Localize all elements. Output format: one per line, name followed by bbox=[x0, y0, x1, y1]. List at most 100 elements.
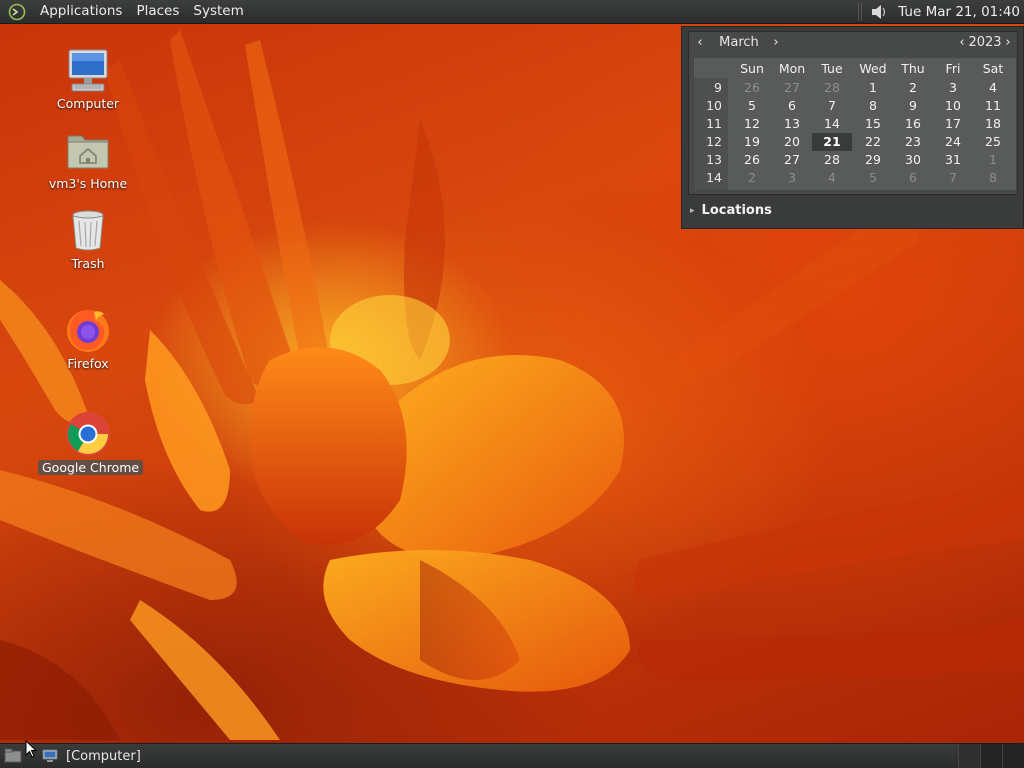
week-number: 10 bbox=[706, 98, 722, 113]
trash-icon bbox=[64, 206, 112, 254]
calendar-day[interactable]: 20 bbox=[772, 133, 812, 151]
desktop-icon-computer[interactable]: Computer bbox=[38, 46, 138, 111]
chrome-icon bbox=[64, 410, 112, 458]
distro-logo-icon[interactable] bbox=[7, 2, 27, 22]
clock[interactable]: Tue Mar 21, 01:40 bbox=[898, 4, 1024, 20]
calendar-day[interactable]: 3 bbox=[772, 169, 812, 187]
weekday-label: Sun bbox=[740, 61, 764, 76]
workspace-switcher bbox=[958, 743, 1024, 768]
calendar-year: 2023 bbox=[968, 35, 1002, 50]
calendar-day[interactable]: 13 bbox=[772, 115, 812, 133]
calendar-week-row: 9 26 27 28 1 2 3 4 bbox=[694, 79, 1016, 97]
calendar-day[interactable]: 29 bbox=[853, 151, 893, 169]
calendar-day[interactable]: 7 bbox=[812, 97, 852, 115]
calendar-day[interactable]: 12 bbox=[732, 115, 772, 133]
prev-month-button[interactable]: ‹ bbox=[693, 35, 707, 51]
computer-icon bbox=[64, 46, 112, 94]
calendar-day[interactable]: 31 bbox=[933, 151, 973, 169]
calendar-day[interactable]: 28 bbox=[812, 151, 852, 169]
calendar-day[interactable]: 24 bbox=[933, 133, 973, 151]
desktop-icon-label: Trash bbox=[71, 256, 105, 271]
calendar-day[interactable]: 8 bbox=[973, 169, 1013, 187]
week-number: 12 bbox=[706, 134, 722, 149]
expander-arrow-icon: ▸ bbox=[690, 205, 695, 216]
places-menu[interactable]: Places bbox=[129, 0, 186, 24]
calendar-week-row: 10 5 6 7 8 9 10 11 bbox=[694, 97, 1016, 115]
show-desktop-button[interactable] bbox=[2, 745, 24, 767]
calendar-day[interactable]: 8 bbox=[853, 97, 893, 115]
calendar-week-row: 12 19 20 21 22 23 24 25 bbox=[694, 133, 1016, 151]
computer-small-icon bbox=[42, 749, 58, 763]
calendar-popup: ‹ March › ‹ 2023 › Sun Mon Tue Wed Thu Fri Sat… bbox=[681, 26, 1024, 229]
calendar-day[interactable]: 5 bbox=[732, 97, 772, 115]
desktop-icon-label: Firefox bbox=[67, 356, 109, 371]
calendar-day[interactable]: 28 bbox=[812, 79, 852, 97]
calendar-day[interactable]: 30 bbox=[893, 151, 933, 169]
next-year-button[interactable]: › bbox=[1001, 35, 1015, 51]
top-panel: Applications Places System Tue Mar 21, 0… bbox=[0, 0, 1024, 24]
calendar-day[interactable]: 6 bbox=[772, 97, 812, 115]
desktop-icon-label: Google Chrome bbox=[38, 460, 144, 475]
calendar-day[interactable]: 27 bbox=[772, 151, 812, 169]
calendar-day[interactable]: 25 bbox=[973, 133, 1013, 151]
desktop-icon-home[interactable]: vm3's Home bbox=[38, 126, 138, 191]
calendar-day[interactable]: 27 bbox=[772, 79, 812, 97]
weekday-label: Fri bbox=[945, 61, 961, 76]
calendar-day[interactable]: 6 bbox=[893, 169, 933, 187]
calendar-day[interactable]: 14 bbox=[812, 115, 852, 133]
desktop-icon-firefox[interactable]: Firefox bbox=[38, 306, 138, 371]
calendar-day[interactable]: 1 bbox=[853, 79, 893, 97]
calendar-day[interactable]: 17 bbox=[933, 115, 973, 133]
week-number: 9 bbox=[714, 80, 722, 95]
calendar-month: March bbox=[719, 35, 759, 50]
locations-label: Locations bbox=[701, 203, 772, 218]
calendar-day-today[interactable]: 21 bbox=[812, 133, 852, 151]
calendar-day[interactable]: 26 bbox=[732, 151, 772, 169]
weekday-label: Sat bbox=[982, 61, 1004, 76]
calendar-day[interactable]: 4 bbox=[973, 79, 1013, 97]
taskbar-item-label: [Computer] bbox=[66, 748, 141, 764]
calendar-week-row: 11 12 13 14 15 16 17 18 bbox=[694, 115, 1016, 133]
calendar-header: ‹ March › ‹ 2023 › bbox=[689, 32, 1017, 56]
weekday-label: Tue bbox=[821, 61, 843, 76]
calendar-week-row: 13 26 27 28 29 30 31 1 bbox=[694, 151, 1016, 169]
locations-expander[interactable]: ▸ Locations bbox=[690, 203, 772, 218]
workspace-1[interactable] bbox=[958, 743, 980, 768]
weekday-label: Wed bbox=[859, 61, 887, 76]
taskbar-item-computer[interactable]: [Computer] bbox=[36, 745, 147, 767]
calendar-day[interactable]: 22 bbox=[853, 133, 893, 151]
workspace-2[interactable] bbox=[980, 743, 1002, 768]
calendar-day[interactable]: 19 bbox=[732, 133, 772, 151]
calendar-day[interactable]: 5 bbox=[853, 169, 893, 187]
calendar-day[interactable]: 2 bbox=[893, 79, 933, 97]
calendar-day[interactable]: 26 bbox=[732, 79, 772, 97]
calendar-day[interactable]: 2 bbox=[732, 169, 772, 187]
calendar-day[interactable]: 10 bbox=[933, 97, 973, 115]
calendar-day[interactable]: 3 bbox=[933, 79, 973, 97]
calendar-widget: ‹ March › ‹ 2023 › Sun Mon Tue Wed Thu Fri Sat… bbox=[688, 31, 1018, 195]
calendar-day[interactable]: 1 bbox=[973, 151, 1013, 169]
next-month-button[interactable]: › bbox=[769, 35, 783, 51]
calendar-day[interactable]: 11 bbox=[973, 97, 1013, 115]
weekday-header-row: Sun Mon Tue Wed Thu Fri Sat bbox=[694, 61, 1016, 77]
workspace-3[interactable] bbox=[1002, 743, 1024, 768]
panel-separator bbox=[858, 2, 865, 21]
calendar-day[interactable]: 4 bbox=[812, 169, 852, 187]
weekday-label: Thu bbox=[901, 61, 925, 76]
desktop-icon-label: Computer bbox=[56, 96, 120, 111]
calendar-day[interactable]: 18 bbox=[973, 115, 1013, 133]
applications-menu[interactable]: Applications bbox=[33, 0, 129, 24]
calendar-day[interactable]: 15 bbox=[853, 115, 893, 133]
calendar-day[interactable]: 7 bbox=[933, 169, 973, 187]
desktop-icon-chrome[interactable]: Google Chrome bbox=[38, 410, 144, 476]
week-number: 11 bbox=[706, 116, 722, 131]
system-menu[interactable]: System bbox=[186, 0, 250, 24]
calendar-day[interactable]: 9 bbox=[893, 97, 933, 115]
mouse-cursor-icon bbox=[25, 739, 38, 762]
calendar-day[interactable]: 23 bbox=[893, 133, 933, 151]
home-folder-icon bbox=[64, 126, 112, 174]
volume-icon[interactable] bbox=[868, 1, 890, 23]
calendar-week-row: 14 2 3 4 5 6 7 8 bbox=[694, 169, 1016, 187]
desktop-icon-trash[interactable]: Trash bbox=[38, 206, 138, 271]
calendar-day[interactable]: 16 bbox=[893, 115, 933, 133]
